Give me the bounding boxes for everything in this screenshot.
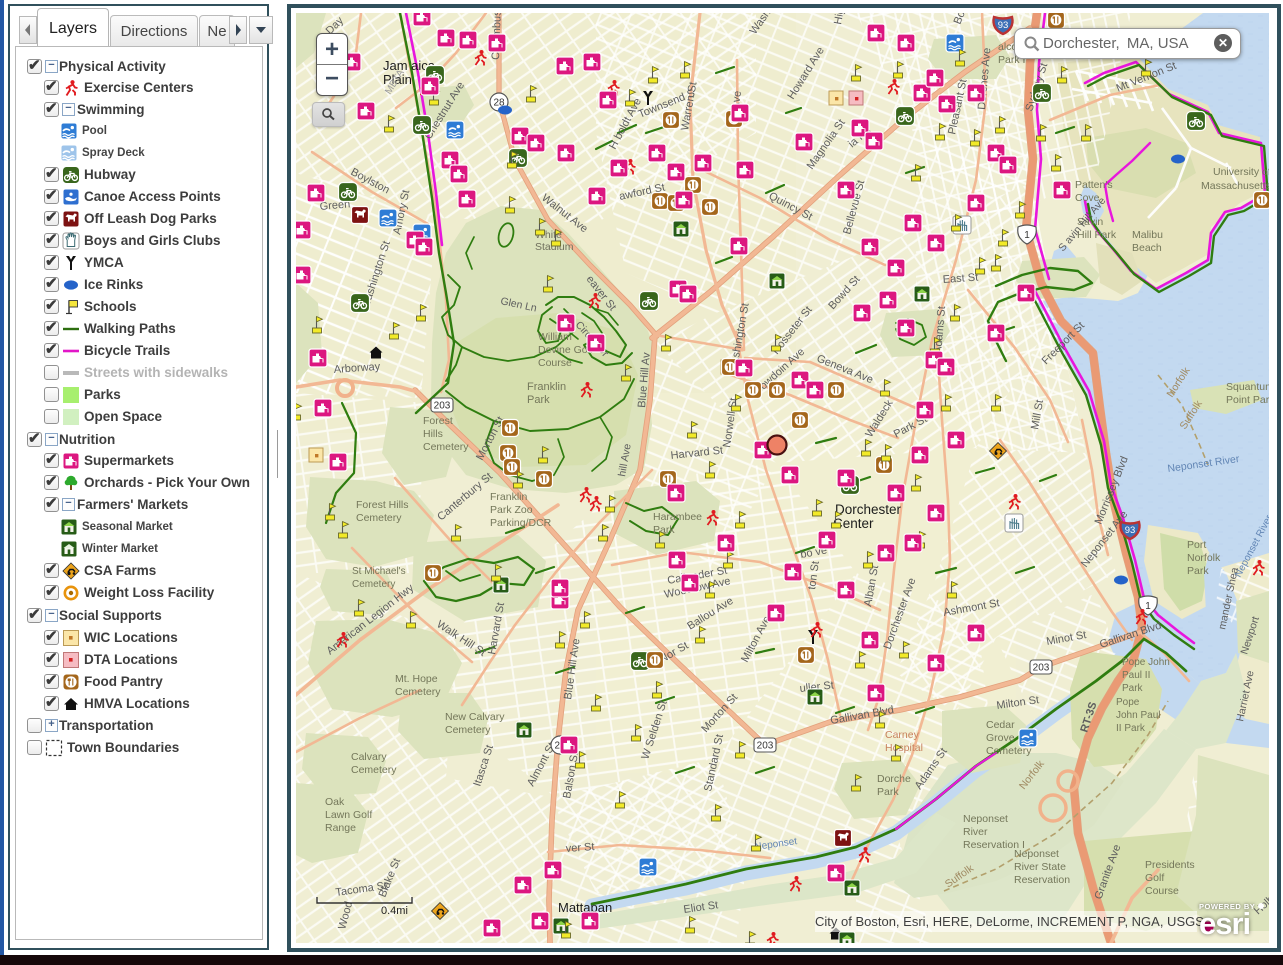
svg-text:Franklin: Franklin [490,491,528,503]
svg-text:Presidents: Presidents [1145,859,1195,871]
svg-text:Hills: Hills [423,428,443,440]
svg-text:Park: Park [1122,683,1144,694]
svg-text:Point Park: Point Park [1226,394,1269,406]
svg-text:Pope: Pope [1116,697,1140,708]
svg-text:Pope John: Pope John [1122,657,1170,668]
svg-text:Range: Range [325,822,356,834]
svg-text:93: 93 [1125,525,1136,536]
svg-text:Course: Course [538,357,572,369]
svg-text:Cemetery: Cemetery [423,441,469,453]
svg-text:Port: Port [1187,539,1206,551]
svg-text:Grove: Grove [986,732,1015,744]
svg-text:Park: Park [1187,565,1209,577]
svg-text:Neponset: Neponset [963,813,1008,825]
svg-text:River: River [963,826,988,838]
svg-text:Oak: Oak [325,796,345,808]
svg-text:Cemetery: Cemetery [395,686,441,698]
svg-text:River State: River State [1014,861,1066,873]
svg-text:East St: East St [942,272,978,286]
svg-text:Patten's: Patten's [1075,179,1113,191]
svg-text:Parking/DCR: Parking/DCR [490,517,552,529]
svg-text:William: William [538,331,572,343]
svg-text:Cemetery: Cemetery [351,764,397,776]
svg-text:203: 203 [434,401,451,412]
svg-text:Mt. Hope: Mt. Hope [395,673,438,685]
svg-text:1: 1 [1024,230,1030,241]
svg-text:II Park: II Park [1116,723,1146,734]
svg-text:Massachusetts-Bosto: Massachusetts-Bosto [1201,180,1269,192]
svg-text:Cedar: Cedar [986,719,1015,731]
svg-text:Cemetery: Cemetery [445,724,491,736]
svg-text:203: 203 [757,741,774,752]
svg-text:Forest Hills: Forest Hills [356,499,409,511]
svg-text:Park: Park [527,394,550,406]
svg-text:Cemetery: Cemetery [352,579,395,590]
svg-text:Norfolk: Norfolk [1187,552,1221,564]
svg-text:Carney: Carney [885,729,920,741]
svg-text:Hospital: Hospital [885,742,923,754]
svg-text:0.4mi: 0.4mi [381,905,408,917]
svg-text:Dorchester: Dorchester [835,502,902,517]
svg-text:John Paul: John Paul [1116,710,1160,721]
svg-text:Squantum: Squantum [1226,381,1269,393]
svg-text:1: 1 [1145,601,1151,612]
svg-text:Course: Course [1145,885,1179,897]
svg-text:Paul II: Paul II [1122,670,1150,681]
svg-text:Golf: Golf [1145,872,1164,884]
svg-text:Forest: Forest [423,415,453,427]
svg-text:Malibu: Malibu [1132,229,1163,241]
svg-text:New Calvary: New Calvary [445,711,505,723]
svg-text:Cemetery: Cemetery [356,512,402,524]
svg-text:Devine Golf: Devine Golf [538,344,593,356]
svg-text:Neponset: Neponset [1014,848,1059,860]
svg-text:University of: University of [1213,166,1269,178]
svg-text:ver St: ver St [565,841,595,855]
svg-text:203: 203 [1033,663,1050,674]
svg-text:Calvary: Calvary [351,751,387,763]
svg-text:93: 93 [998,20,1009,31]
svg-text:St Michael's: St Michael's [352,566,406,577]
svg-text:Park Zoo: Park Zoo [490,504,533,516]
svg-text:Harambee: Harambee [653,511,702,523]
svg-text:Reservation: Reservation [1014,874,1070,886]
svg-text:Park: Park [877,786,899,798]
svg-text:Lawn Golf: Lawn Golf [325,809,372,821]
svg-text:Beach: Beach [1132,242,1162,254]
svg-text:Franklin: Franklin [527,381,566,393]
svg-text:Dorche: Dorche [877,773,911,785]
